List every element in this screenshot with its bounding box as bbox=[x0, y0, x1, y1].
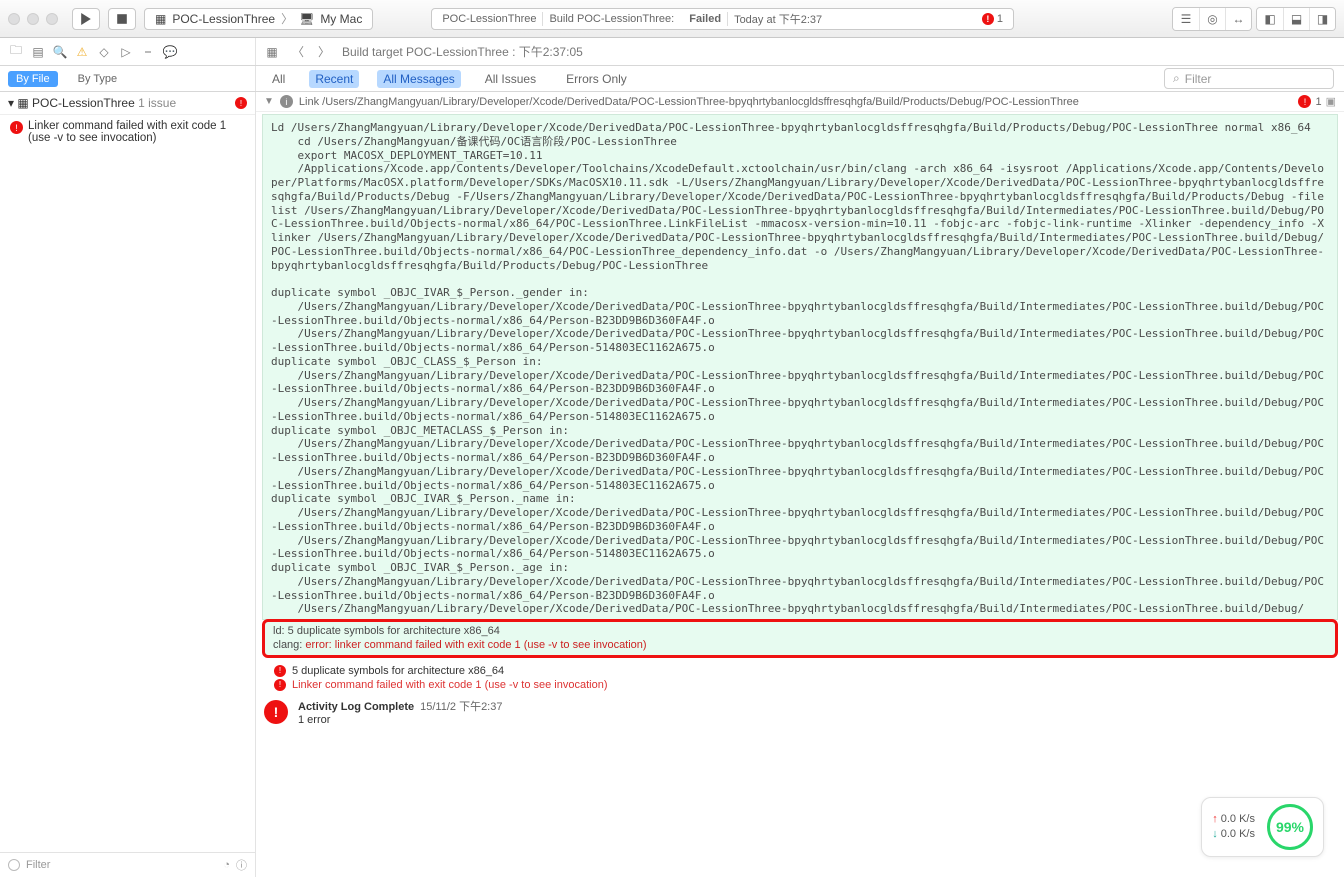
activity-project: POC-LessionThree bbox=[442, 13, 536, 25]
back-icon[interactable]: 〈 bbox=[290, 44, 306, 60]
zoom-window[interactable] bbox=[46, 13, 58, 25]
highlighted-error-block: ld: 5 duplicate symbols for architecture… bbox=[262, 619, 1338, 658]
test-nav-icon[interactable]: ◇ bbox=[96, 44, 112, 60]
link-step-header[interactable]: ▼ i Link /Users/ZhangMangyuan/Library/De… bbox=[256, 92, 1344, 112]
clock-icon[interactable]: ◔ bbox=[223, 859, 230, 871]
scope-all[interactable]: All bbox=[266, 70, 291, 88]
scope-by-type[interactable]: By Type bbox=[70, 71, 126, 87]
toggle-right-panel-icon[interactable]: ◨ bbox=[1309, 8, 1335, 30]
collapse-icon[interactable]: ▣ bbox=[1326, 95, 1336, 108]
toggle-bottom-panel-icon[interactable]: ⬓ bbox=[1283, 8, 1309, 30]
build-log-editor: ▼ i Link /Users/ZhangMangyuan/Library/De… bbox=[256, 92, 1344, 877]
error-icon: ! bbox=[274, 665, 286, 677]
navigator-filter-bar: Filter ◔ ⓘ bbox=[0, 852, 255, 877]
project-name: POC-LessionThree bbox=[32, 96, 135, 110]
summary-line-1: 5 duplicate symbols for architecture x86… bbox=[292, 665, 504, 677]
scheme-icon: ▦ bbox=[155, 12, 166, 26]
log-filter-placeholder: Filter bbox=[1185, 72, 1212, 86]
activity-viewer: POC-LessionThree Build POC-LessionThree:… bbox=[431, 8, 1014, 30]
error-badge[interactable]: ! 1 bbox=[982, 13, 1003, 25]
link-step-text: Link /Users/ZhangMangyuan/Library/Develo… bbox=[299, 96, 1079, 108]
version-editor-icon[interactable]: ↔ bbox=[1225, 8, 1251, 30]
download-speed: 0.0 K/s bbox=[1212, 827, 1255, 842]
activity-log-complete: ! Activity Log Complete 15/11/2 下午2:37 1 … bbox=[256, 694, 1344, 730]
network-monitor-widget: 0.0 K/s 0.0 K/s 99% bbox=[1201, 797, 1324, 857]
log-summary: ! 5 duplicate symbols for architecture x8… bbox=[256, 658, 1344, 694]
error-icon: ! bbox=[1298, 95, 1311, 108]
issue-navigator: ▾ ▦ POC-LessionThree 1 issue ! ! Linker … bbox=[0, 92, 256, 877]
scheme-device: My Mac bbox=[320, 12, 362, 26]
forward-icon[interactable]: 〉 bbox=[316, 44, 332, 60]
stop-button[interactable] bbox=[108, 8, 136, 30]
assistant-editor-icon[interactable]: ◎ bbox=[1199, 8, 1225, 30]
disclosure-icon[interactable]: ▼ bbox=[264, 96, 274, 107]
scope-by-file[interactable]: By File bbox=[8, 71, 58, 87]
percent-ring: 99% bbox=[1267, 804, 1313, 850]
activity-title: Activity Log Complete bbox=[298, 701, 414, 713]
log-filter[interactable]: ⌕ Filter bbox=[1164, 68, 1334, 89]
symbol-nav-icon[interactable]: ▤ bbox=[30, 44, 46, 60]
clang-error-line: clang: error: linker command failed with… bbox=[273, 638, 1327, 652]
find-nav-icon[interactable]: 🔍 bbox=[52, 44, 68, 60]
issue-nav-icon[interactable]: ⚠ bbox=[74, 44, 90, 60]
error-icon: ! bbox=[10, 121, 23, 134]
activity-subtitle: 1 error bbox=[298, 714, 502, 726]
build-log-output[interactable]: Ld /Users/ZhangMangyuan/Library/Develope… bbox=[262, 114, 1338, 620]
window-controls bbox=[8, 13, 64, 25]
toggle-left-panel-icon[interactable]: ◧ bbox=[1257, 8, 1283, 30]
device-icon: 🖥 bbox=[299, 12, 314, 26]
scheme-selector[interactable]: ▦ POC-LessionThree 〉 🖥 My Mac bbox=[144, 8, 373, 30]
issue-count: 1 issue bbox=[138, 96, 176, 110]
report-nav-icon[interactable]: 💬 bbox=[162, 44, 178, 60]
minimize-window[interactable] bbox=[27, 13, 39, 25]
editor-layout-controls: ☰ ◎ ↔ ◧ ⬓ ◨ bbox=[1172, 7, 1336, 31]
scope-all-messages[interactable]: All Messages bbox=[377, 70, 460, 88]
summary-line-2: Linker command failed with exit code 1 (… bbox=[292, 679, 608, 691]
jump-bar[interactable]: Build target POC-LessionThree : 下午2:37:0… bbox=[342, 43, 583, 60]
standard-editor-icon[interactable]: ☰ bbox=[1173, 8, 1199, 30]
activity-action: Build POC-LessionThree: bbox=[549, 13, 674, 25]
error-filter-icon[interactable]: ⓘ bbox=[236, 857, 247, 873]
error-badge-large-icon: ! bbox=[264, 700, 288, 724]
scope-all-issues[interactable]: All Issues bbox=[479, 70, 542, 88]
upload-speed: 0.0 K/s bbox=[1212, 812, 1255, 827]
debug-nav-icon[interactable]: ▷ bbox=[118, 44, 134, 60]
scope-recent[interactable]: Recent bbox=[309, 70, 359, 88]
error-count: 1 bbox=[997, 13, 1003, 25]
breakpoint-nav-icon[interactable]: ⎯ bbox=[140, 44, 156, 60]
scope-errors-only[interactable]: Errors Only bbox=[560, 70, 633, 88]
error-dot-icon: ! bbox=[235, 97, 247, 109]
scope-bar-row: By File By Type All Recent All Messages … bbox=[0, 66, 1344, 92]
funnel-icon: ⌕ bbox=[1173, 71, 1180, 86]
project-nav-icon[interactable]: 🗀 bbox=[8, 44, 24, 60]
step-icon: i bbox=[280, 95, 293, 108]
chevron-right-icon: 〉 bbox=[281, 10, 293, 27]
issue-text: Linker command failed with exit code 1 (… bbox=[28, 120, 226, 144]
activity-status: Failed bbox=[689, 13, 721, 25]
titlebar: ▦ POC-LessionThree 〉 🖥 My Mac POC-Lessio… bbox=[0, 0, 1344, 38]
project-issue-header[interactable]: ▾ ▦ POC-LessionThree 1 issue ! bbox=[0, 92, 255, 115]
scheme-target: POC-LessionThree bbox=[172, 12, 275, 26]
run-button[interactable] bbox=[72, 8, 100, 30]
activity-time: Today at 下午2:37 bbox=[734, 11, 822, 27]
close-window[interactable] bbox=[8, 13, 20, 25]
link-error-count: 1 bbox=[1315, 96, 1321, 108]
filter-scope-icon[interactable] bbox=[8, 859, 20, 871]
activity-timestamp: 15/11/2 下午2:37 bbox=[420, 701, 502, 713]
issue-item[interactable]: ! Linker command failed with exit code 1… bbox=[0, 115, 255, 149]
error-icon: ! bbox=[274, 679, 286, 691]
nav-filter-placeholder[interactable]: Filter bbox=[26, 859, 217, 871]
related-items-icon[interactable]: ▦ bbox=[264, 44, 280, 60]
error-icon: ! bbox=[982, 13, 994, 25]
navigator-toolbar: 🗀 ▤ 🔍 ⚠ ◇ ▷ ⎯ 💬 ▦ 〈 〉 Build target POC-L… bbox=[0, 38, 1344, 66]
ld-error-line: ld: 5 duplicate symbols for architecture… bbox=[273, 624, 1327, 638]
